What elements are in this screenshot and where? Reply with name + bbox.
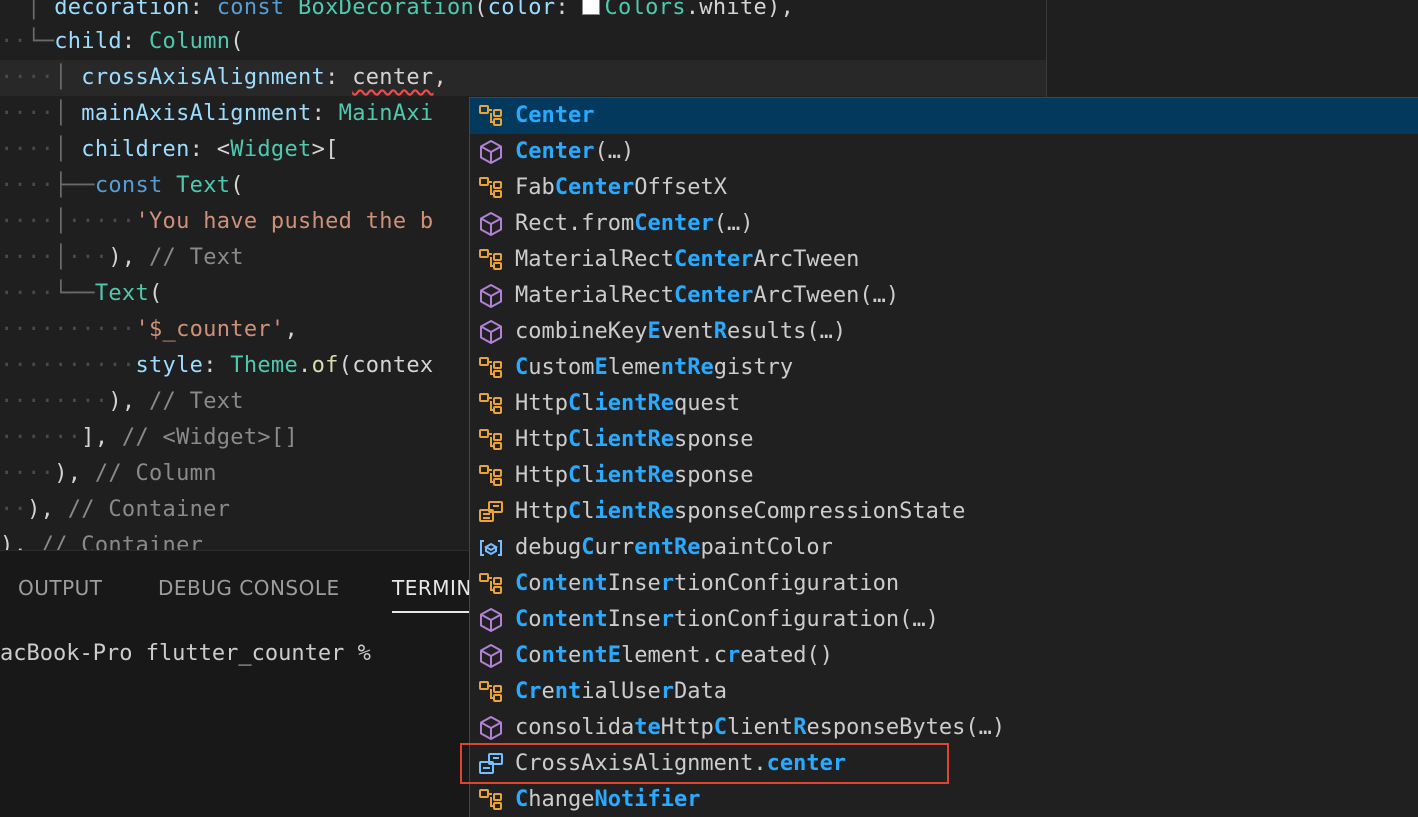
code-line-main-axis[interactable]: ····│ mainAxisAlignment: MainAxi <box>0 96 433 132</box>
class-icon <box>478 175 504 201</box>
suggestion-label: HttpClientResponse <box>515 427 754 452</box>
error-squiggle-value: center <box>352 65 434 90</box>
suggestion-label: ContentInsertionConfiguration <box>515 571 900 596</box>
suggestion-label: MaterialRectCenterArcTween(…) <box>515 283 900 308</box>
enum-member-icon <box>478 751 504 777</box>
suggestion-label: debugCurrentRepaintColor <box>515 535 833 560</box>
suggestion-item[interactable]: ChangeNotifier <box>470 782 1418 817</box>
method-icon <box>478 319 504 345</box>
terminal-prompt[interactable]: acBook-Pro flutter_counter % <box>0 641 371 666</box>
code-line-close-text[interactable]: ····│···), // Text <box>0 240 244 276</box>
method-icon <box>478 283 504 309</box>
suggestion-item[interactable]: HttpClientResponseCompressionState <box>470 494 1418 530</box>
suggestion-item[interactable]: CustomElementRegistry <box>470 350 1418 386</box>
code-line-child[interactable]: ··└─child: Column( <box>0 24 244 60</box>
suggestion-item[interactable]: CrossAxisAlignment.center <box>470 746 1418 782</box>
code-line-cross-axis[interactable]: ····│ crossAxisAlignment: center, <box>0 60 447 96</box>
tab-output[interactable]: OUTPUT <box>18 565 103 611</box>
variable-icon <box>478 535 504 561</box>
class-icon <box>478 787 504 813</box>
suggestion-item[interactable]: Rect.fromCenter(…) <box>470 206 1418 242</box>
suggestion-label: combineKeyEventResults(…) <box>515 319 847 344</box>
suggestion-item[interactable]: ContentInsertionConfiguration <box>470 566 1418 602</box>
code-line-close-text-2[interactable]: ········), // Text <box>0 384 244 420</box>
suggestion-item[interactable]: CrentialUserData <box>470 674 1418 710</box>
suggestion-item[interactable]: HttpClientResponse <box>470 422 1418 458</box>
suggestion-item[interactable]: Center(…) <box>470 134 1418 170</box>
suggestion-item[interactable]: FabCenterOffsetX <box>470 170 1418 206</box>
class-icon <box>478 679 504 705</box>
suggestion-item[interactable]: ContentElement.created() <box>470 638 1418 674</box>
method-icon <box>478 139 504 165</box>
suggestion-label: ContentInsertionConfiguration(…) <box>515 607 939 632</box>
code-token-class: BoxDecoration <box>298 0 475 20</box>
code-line-decoration[interactable]: │ decoration: const BoxDecoration(color:… <box>0 0 794 26</box>
suggestion-item[interactable]: combineKeyEventResults(…) <box>470 314 1418 350</box>
suggestion-widget[interactable]: Center Center(…) FabCenterOffsetX Rect.from… <box>469 97 1418 817</box>
method-icon <box>478 607 504 633</box>
code-line-close-column[interactable]: ····), // Column <box>0 456 217 492</box>
method-icon <box>478 715 504 741</box>
code-line-text[interactable]: ····└──Text( <box>0 276 163 312</box>
suggestion-item[interactable]: HttpClientResponse <box>470 458 1418 494</box>
suggestion-label: MaterialRectCenterArcTween <box>515 247 860 272</box>
code-line-close-widgets[interactable]: ······], // <Widget>[] <box>0 420 298 456</box>
method-icon <box>478 643 504 669</box>
tab-debug-console[interactable]: DEBUG CONSOLE <box>158 565 340 611</box>
suggestion-label: FabCenterOffsetX <box>515 175 727 200</box>
method-icon <box>478 211 504 237</box>
class-icon <box>478 355 504 381</box>
suggestion-label: CustomElementRegistry <box>515 355 794 380</box>
code-line-counter[interactable]: ··········'$_counter', <box>0 312 298 348</box>
suggestion-item[interactable]: ContentInsertionConfiguration(…) <box>470 602 1418 638</box>
class-icon <box>478 571 504 597</box>
code-line-children[interactable]: ····│ children: <Widget>[ <box>0 132 339 168</box>
suggestion-item[interactable]: MaterialRectCenterArcTween(…) <box>470 278 1418 314</box>
class-icon <box>478 103 504 129</box>
suggestion-label: HttpClientResponseCompressionState <box>515 499 966 524</box>
suggestion-label: Center(…) <box>515 139 635 164</box>
color-swatch-icon[interactable] <box>582 0 601 15</box>
suggestion-item[interactable]: Center <box>470 98 1418 134</box>
code-line-close-container[interactable]: ··), // Container <box>0 492 230 528</box>
code-line-close-container-2[interactable]: ), // Container <box>0 528 203 550</box>
suggestion-label: HttpClientResponse <box>515 463 754 488</box>
suggestion-label: consolidateHttpClientResponseBytes(…) <box>515 715 1006 740</box>
code-line-const-text[interactable]: ····├──const Text( <box>0 168 244 204</box>
suggestion-item[interactable]: consolidateHttpClientResponseBytes(…) <box>470 710 1418 746</box>
class-icon <box>478 391 504 417</box>
suggestion-label: ContentElement.created() <box>515 643 833 668</box>
suggestion-item[interactable]: debugCurrentRepaintColor <box>470 530 1418 566</box>
code-token-property: decoration <box>54 0 190 20</box>
class-icon <box>478 463 504 489</box>
suggestion-label: ChangeNotifier <box>515 787 701 812</box>
code-token-keyword: const <box>216 0 285 20</box>
enum-icon <box>478 499 504 525</box>
suggestion-label: CrentialUserData <box>515 679 727 704</box>
code-line-style[interactable]: ··········style: Theme.of(contex <box>0 348 433 384</box>
suggestion-label: Center <box>515 103 595 128</box>
suggestion-label: HttpClientRequest <box>515 391 741 416</box>
suggestion-item[interactable]: MaterialRectCenterArcTween <box>470 242 1418 278</box>
code-line-string[interactable]: ····│·····'You have pushed the b <box>0 204 433 240</box>
class-icon <box>478 247 504 273</box>
suggestion-item[interactable]: HttpClientRequest <box>470 386 1418 422</box>
class-icon <box>478 427 504 453</box>
suggestion-label: CrossAxisAlignment.center <box>515 751 847 776</box>
suggestion-label: Rect.fromCenter(…) <box>515 211 754 236</box>
